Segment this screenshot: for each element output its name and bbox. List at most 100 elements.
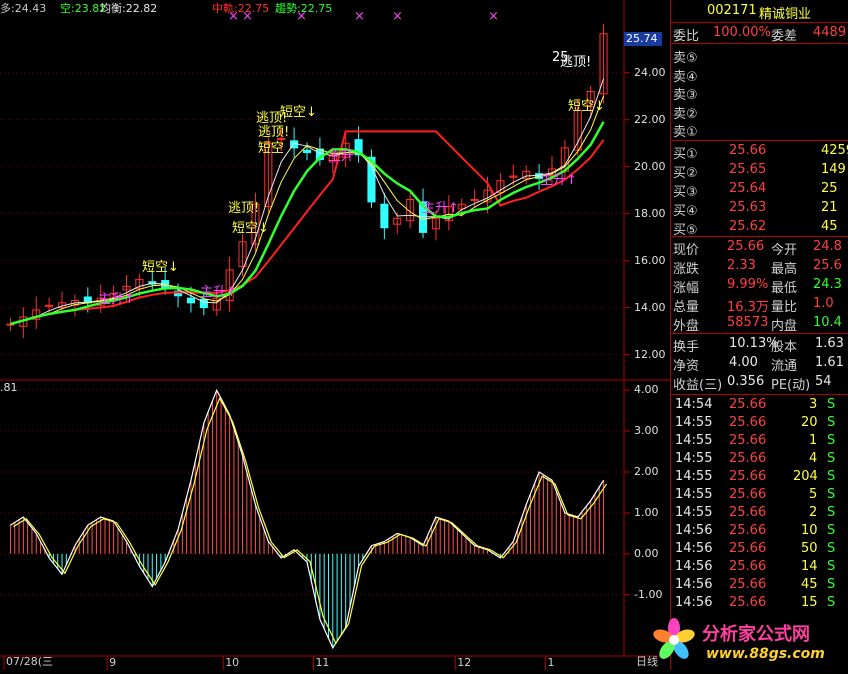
annotation-zhusheng: 主升↑ [422,201,459,216]
sell-label: 卖③ [673,88,698,103]
date-label-5: 1 [547,656,555,669]
tick-row-10: 14:56 25.66 45 S [671,576,848,594]
sell-row-4: 卖① [671,120,848,140]
quote-value: 16.3万 [727,300,769,315]
weibi-row: 委比 100.00% 委差 4489 [671,24,848,44]
annotation-zhusheng: 主升 [328,149,354,164]
sell-label: 卖④ [673,69,698,85]
chart-panel[interactable]: 短空↓ 主升↑ 主升↑ 逃顶! 短空↓ 逃顶! 短空↓ 逃顶! 短空 主升 主升↑ 主升↑ 短空↓ 25 逃… [0,0,670,670]
tick-price: 25.66 [729,397,767,412]
tick-side: S [827,541,836,556]
annotation-duankong: 短空↓ [568,99,605,114]
tick-price: 25.66 [729,523,767,538]
tick-row-6: 14:55 25.66 2 S [671,504,848,522]
sub-tick-5: -1.00 [634,587,663,601]
tick-side: S [827,505,836,520]
sub-tick-4: 0.00 [634,546,659,560]
buy-price: 25.63 [729,200,767,215]
tick-price: 25.66 [729,577,767,592]
tick-time: 14:56 [675,595,713,610]
tick-time: 14:55 [675,469,713,484]
tick-side: S [827,595,836,610]
quote-label: 最高 [771,262,798,277]
sell-label: 卖② [673,106,698,122]
tick-time: 14:56 [675,523,713,538]
legend-duo: 多:24.43 [0,2,47,15]
date-label-0: 07/28(三 [6,655,53,668]
sell-label: 卖⑤ [673,51,698,66]
buy-volume: 45 [821,219,838,234]
marker-cross-icon: × [488,9,499,24]
quote-label: 涨幅 [673,281,700,296]
sell-row-2: 卖③ [671,83,848,103]
tick-row-0: 14:54 25.66 3 S [671,396,848,414]
buy-volume: 25 [821,181,838,196]
sub-indicator-label: .81 [0,381,18,394]
tick-side: S [827,487,836,502]
tick-side: S [827,523,836,538]
fund-label: 净资 [673,359,700,374]
sub-line-yellow [13,397,608,645]
tick-row-11: 14:56 25.66 15 S [671,594,848,612]
price-tick-0: 24.00 [634,65,666,79]
tick-side: S [827,433,836,448]
buy-label: 买③ [673,185,698,200]
marker-cross-icon: × [354,9,365,24]
tick-volume: 204 [793,469,818,484]
weicha-label: 委差 [771,29,798,44]
tick-price: 25.66 [729,433,767,448]
fund-row-0: 换手 10.13% 股本 1.63 [671,335,848,355]
tick-time: 14:56 [675,559,713,574]
buy-label: 买④ [673,204,698,219]
tick-price: 25.66 [729,451,767,466]
candle [32,296,41,329]
fund-row-1: 净资 4.00 流通 1.61 [671,354,848,374]
price-tick-6: 12.00 [634,347,666,361]
quote-value: 24.3 [813,277,842,292]
fund-value: 4.00 [729,355,758,370]
quote-label: 量比 [771,300,798,315]
annotation-taoding: 逃顶! [258,125,289,140]
quote-label: 现价 [673,243,700,258]
quote-value: 24.8 [813,239,842,254]
quote-value: 9.99% [727,277,769,292]
tick-row-8: 14:56 25.66 50 S [671,540,848,558]
tick-time: 14:55 [675,487,713,502]
fund-value: 1.63 [815,336,844,351]
price-tick-4: 16.00 [634,253,666,267]
tick-row-3: 14:55 25.66 4 S [671,450,848,468]
candle [290,127,299,158]
tick-row-5: 14:55 25.66 5 S [671,486,848,504]
tick-price: 25.66 [729,541,767,556]
tick-row-7: 14:56 25.66 10 S [671,522,848,540]
quote-row-0: 现价 25.66 今开 24.8 [671,238,848,258]
tick-price: 25.66 [729,487,767,502]
quote-value: 10.4 [813,315,842,330]
buy-volume: 21 [821,200,838,215]
candle [599,24,608,104]
fund-label: PE(动) [771,378,811,393]
stock-code: 002171 [707,3,757,18]
tick-time: 14:55 [675,451,713,466]
annotation-duankong: 短空↓ [280,105,317,120]
buy-row-4: 买⑤ 25.62 45 [671,218,848,238]
quote-value: 25.66 [727,239,765,254]
tick-row-4: 14:55 25.66 204 S [671,468,848,486]
sub-line-white [10,388,605,650]
tick-volume: 3 [809,397,818,412]
tick-side: S [827,415,836,430]
weibi-label: 委比 [673,29,700,44]
tick-volume: 50 [801,541,818,556]
sub-tick-2: 2.00 [634,465,659,478]
kline-chart[interactable]: 短空↓主升↑ 主升↑逃顶!短空↓逃顶!短空↓逃顶!短空主升主升↑主升↑短空↓25逃… [0,0,670,670]
legend-junheng: 均衡:22.82 [100,2,158,15]
tick-volume: 45 [801,577,818,592]
fund-label: 收益(三) [673,378,723,393]
quote-row-3: 总量 16.3万 量比 1.0 [671,295,848,315]
weibi-value: 100.00% [713,25,771,40]
quote-label: 总量 [673,300,700,315]
tick-time: 14:56 [675,541,713,556]
annotation-taoding: 逃顶! [560,55,591,70]
quote-label: 外盘 [673,319,700,334]
tick-price: 25.66 [729,559,767,574]
